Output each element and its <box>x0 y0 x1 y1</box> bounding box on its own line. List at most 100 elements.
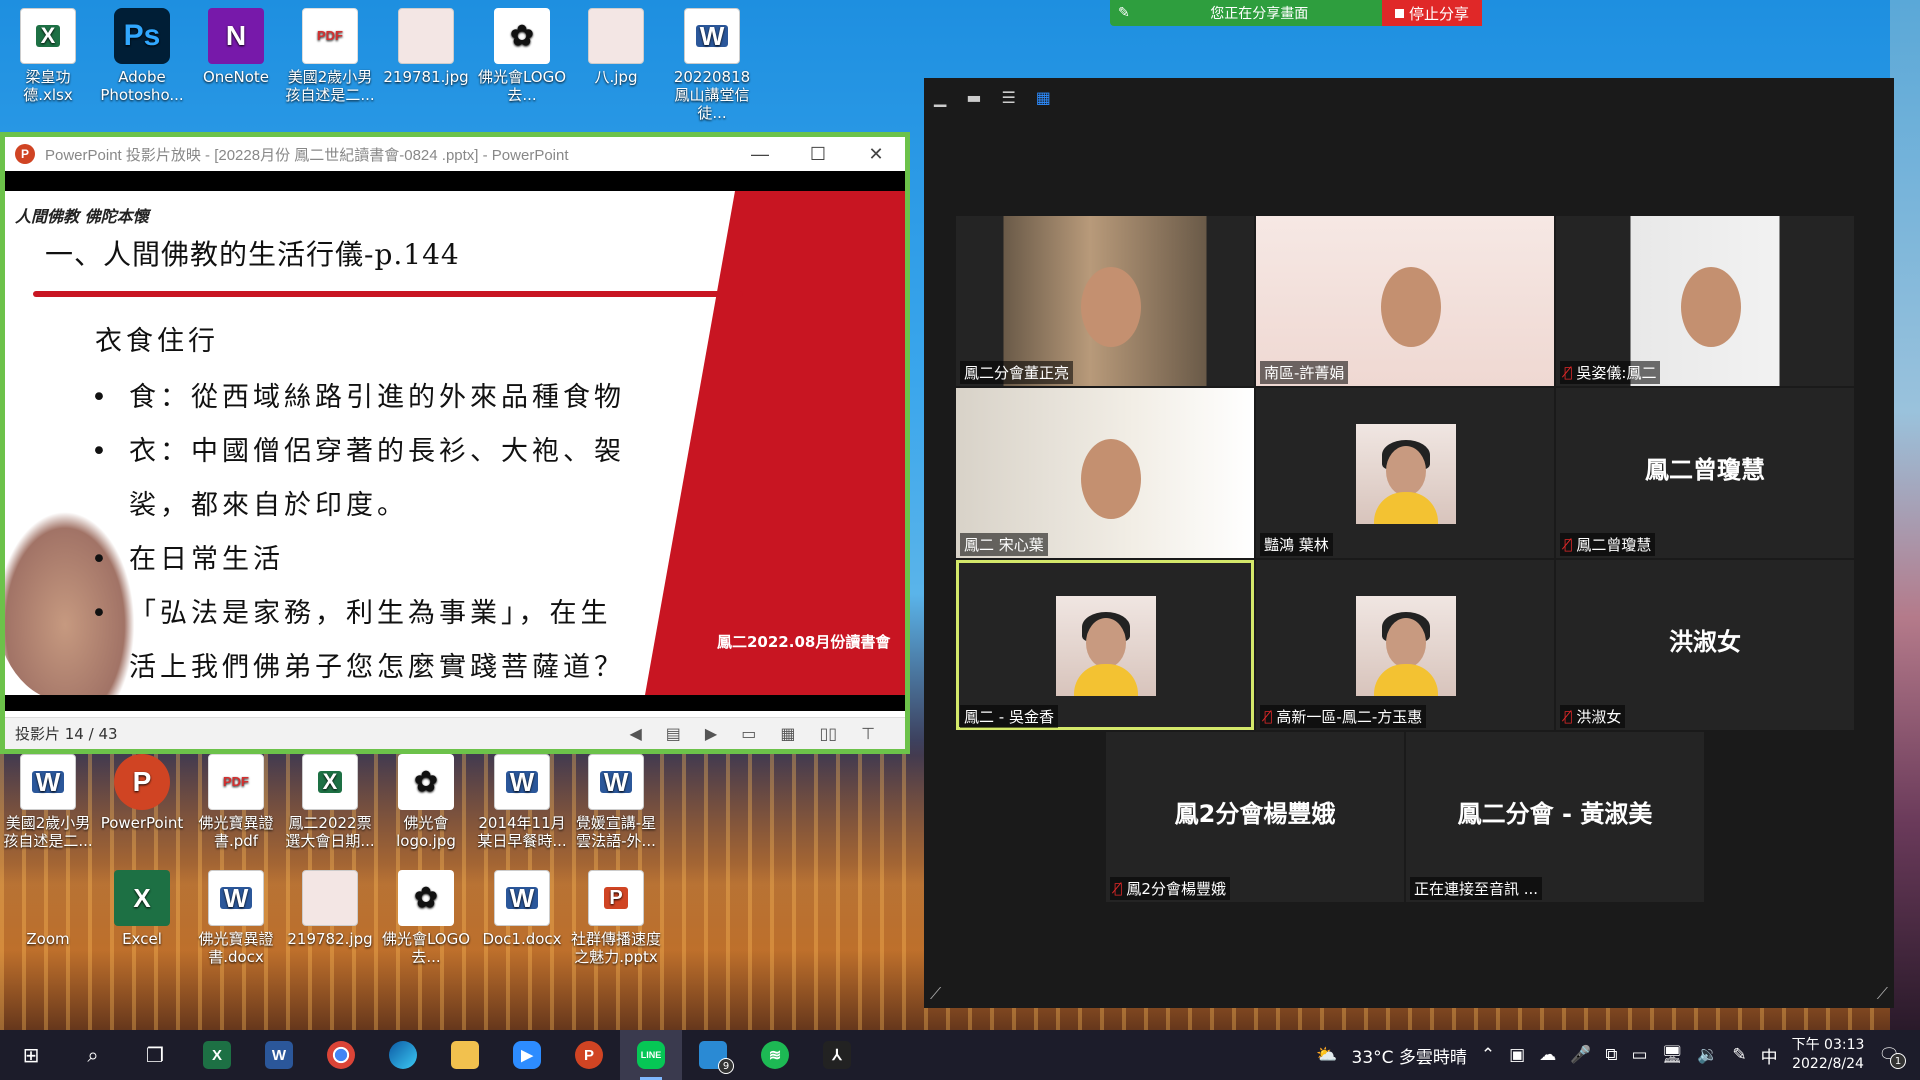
thumbnail-view-icon[interactable]: ☰ <box>1001 88 1015 107</box>
battery-icon[interactable]: ▭ <box>1632 1045 1648 1065</box>
powerpoint-titlebar[interactable]: P PowerPoint 投影片放映 - [20228月份 鳳二世紀讀書會-08… <box>5 137 905 171</box>
desktop-icon[interactable]: PDF 美國2歲小男孩自述是二... <box>284 8 376 104</box>
desktop-icon[interactable]: ✿ 佛光會logo.jpg <box>380 754 472 850</box>
pen-icon[interactable]: ✎ <box>1732 1045 1746 1065</box>
notification-icon[interactable]: 🗨 1 <box>1878 1045 1906 1069</box>
windows-icon: ⊞ <box>22 1043 40 1067</box>
taskbar-edge[interactable] <box>372 1030 434 1080</box>
taskbar-powerpoint[interactable]: P <box>558 1030 620 1080</box>
desktop-icon[interactable]: P 社群傳播速度之魅力.pptx <box>570 870 662 966</box>
powerpoint-window[interactable]: P PowerPoint 投影片放映 - [20228月份 鳳二世紀讀書會-08… <box>0 132 910 754</box>
taskbar-word[interactable]: W <box>248 1030 310 1080</box>
speaker-view-icon[interactable]: ▬ <box>966 88 981 107</box>
weather-icon[interactable]: ⛅ <box>1316 1045 1337 1065</box>
desktop-icon[interactable]: W 美國2歲小男孩自述是二... <box>2 754 94 850</box>
desktop-icon[interactable]: ✿ 佛光會LOGO 去... <box>380 870 472 966</box>
participant-tile[interactable]: 南區-許菁娟 <box>1256 216 1554 386</box>
slide-sorter-icon[interactable]: ▦ <box>780 724 795 743</box>
desktop-icon[interactable]: ✿ 佛光會LOGO 去... <box>476 8 568 104</box>
weather-text[interactable]: 33°C 多雲時晴 <box>1352 1043 1467 1068</box>
normal-view-icon[interactable]: ▭ <box>741 724 756 743</box>
desktop-icon[interactable]: W 20220818 鳳山講堂信徒... <box>666 8 758 122</box>
clock[interactable]: 下午 03:13 2022/8/24 <box>1792 1036 1865 1074</box>
taskbar-zoom[interactable]: ▶ <box>496 1030 558 1080</box>
participant-tile[interactable]: 鳳二 - 吳金香 <box>956 560 1254 730</box>
participant-tile[interactable]: 洪淑女 🎙̸ 洪淑女 <box>1556 560 1854 730</box>
powerpoint-icon: P <box>15 144 35 164</box>
desktop-icon[interactable]: X 鳳二2022票選大會日期... <box>284 754 376 850</box>
wallpaper-edge <box>1890 0 1920 1030</box>
participant-face <box>1081 439 1142 519</box>
ime-indicator[interactable]: 中 <box>1761 1043 1778 1068</box>
desktop-icon[interactable]: 219781.jpg <box>380 8 472 86</box>
slide[interactable]: 人間佛教 佛陀本懷 一、人間佛教的生活行儀-p.144 衣食住行 食：從西域絲路… <box>5 191 905 695</box>
participant-tile[interactable]: 🎙̸ 吳姿儀:鳳二 <box>1556 216 1854 386</box>
desktop-icon[interactable]: W 覺媛宣講-星雲法語-外... <box>570 754 662 850</box>
desktop-icon[interactable]: PDF 佛光寶異證書.pdf <box>190 754 282 850</box>
maximize-button[interactable]: ☐ <box>789 144 847 165</box>
taskbar-line[interactable]: LINE <box>620 1030 682 1080</box>
minimize-button[interactable]: — <box>731 144 789 165</box>
taskbar-chrome[interactable] <box>310 1030 372 1080</box>
slide-list-icon[interactable]: ▤ <box>666 724 681 743</box>
desktop-icon[interactable]: W 2014年11月某日早餐時... <box>476 754 568 850</box>
reading-view-icon[interactable]: ▯▯ <box>819 724 837 743</box>
participant-name: 洪淑女 <box>1576 708 1622 726</box>
taskbar-explorer[interactable] <box>434 1030 496 1080</box>
minimize-video-icon[interactable]: ▁ <box>934 88 946 107</box>
gallery-view-icon[interactable]: ▦ <box>1036 88 1051 107</box>
stop-share-button[interactable]: 停止分享 <box>1382 0 1482 26</box>
participant-name-label: 🎙̸ 鳳二曾瓊慧 <box>1560 533 1656 556</box>
participant-name: 正在連接至音訊 ... <box>1414 880 1539 898</box>
desktop-icon[interactable]: W Doc1.docx <box>476 870 568 948</box>
desktop-icon[interactable]: X 梁皇功德.xlsx <box>2 8 94 104</box>
search-button[interactable]: ⌕ <box>62 1030 124 1080</box>
desktop-icon[interactable]: ▶Zoom <box>2 870 1000 1004</box>
participant-tile[interactable]: 鳳二分會董正亮 <box>956 216 1254 386</box>
desktop-icon[interactable]: 八.jpg <box>570 8 662 86</box>
desktop-icon[interactable]: W 佛光寶異證書.docx <box>190 870 282 966</box>
volume-icon[interactable]: 🔉 <box>1697 1045 1718 1065</box>
resize-handle-right[interactable]: ⟋ <box>1877 984 1888 1004</box>
meet-icon[interactable]: ▣ <box>1509 1045 1525 1065</box>
participant-tile[interactable]: 鳳二分會 - 黃淑美 正在連接至音訊 ... <box>1406 732 1704 902</box>
slide-area[interactable]: 人間佛教 佛陀本懷 一、人間佛教的生活行儀-p.144 衣食住行 食：從西域絲路… <box>5 171 905 711</box>
taskbar-acrobat[interactable]: ⅄ <box>806 1030 868 1080</box>
close-button[interactable]: ✕ <box>847 144 905 165</box>
display-icon[interactable]: ⧉ <box>1605 1045 1617 1065</box>
participant-tile[interactable]: 鳳二 宋心葉 <box>956 388 1254 558</box>
resize-handle-left[interactable]: ⟋ <box>930 984 941 1004</box>
chevron-up-icon[interactable]: ⌃ <box>1481 1045 1495 1065</box>
next-slide-icon[interactable]: ▶ <box>705 724 717 743</box>
pin-icon[interactable]: ✎ <box>1110 5 1138 21</box>
desktop-icon[interactable]: X Excel <box>96 870 188 948</box>
slideshow-icon[interactable]: ⊤ <box>861 724 875 743</box>
microphone-icon[interactable]: 🎤 <box>1570 1045 1591 1065</box>
ppt-file-icon: P <box>588 870 644 926</box>
cloud-icon[interactable]: ☁ <box>1539 1045 1556 1065</box>
participant-tile[interactable]: 🎙̸ 高新一區-鳳二-方玉惠 <box>1256 560 1554 730</box>
start-button[interactable]: ⊞ <box>0 1030 62 1080</box>
window-title: PowerPoint 投影片放映 - [20228月份 鳳二世紀讀書會-0824… <box>45 146 569 164</box>
participant-name: 鳳二曾瓊慧 <box>1576 536 1652 554</box>
slide-brand: 人間佛教 佛陀本懷 <box>15 207 149 226</box>
participant-avatar <box>1056 596 1156 696</box>
zoom-gallery-window[interactable]: ▁ ▬ ☰ ▦ 鳳二分會董正亮 南區-許菁娟 🎙̸ 吳姿儀:鳳二鳳二 宋心葉 豔鴻 葉林… <box>924 78 1894 1008</box>
network-icon[interactable]: 🖥 <box>1662 1045 1684 1065</box>
task-view-icon: ❐ <box>146 1043 164 1067</box>
taskbar-excel[interactable]: X <box>186 1030 248 1080</box>
desktop-icon[interactable]: P PowerPoint <box>96 754 188 832</box>
desktop-icon-label: 219782.jpg <box>287 930 373 948</box>
task-view-button[interactable]: ❐ <box>124 1030 186 1080</box>
desktop-icon-label: Adobe Photosho... <box>100 68 184 104</box>
desktop-icon[interactable]: 219782.jpg <box>284 870 376 948</box>
taskbar-store[interactable]: 9 <box>682 1030 744 1080</box>
desktop-icon[interactable]: Ps Adobe Photosho... <box>96 8 188 104</box>
participant-tile[interactable]: 鳳二曾瓊慧 🎙̸ 鳳二曾瓊慧 <box>1556 388 1854 558</box>
desktop-icon[interactable]: N OneNote <box>190 8 282 86</box>
participant-tile[interactable]: 豔鴻 葉林 <box>1256 388 1554 558</box>
participant-tile[interactable]: 鳳2分會楊豐娥 🎙̸ 鳳2分會楊豐娥 <box>1106 732 1404 902</box>
taskbar-spotify[interactable]: ≋ <box>744 1030 806 1080</box>
excel-icon: X <box>203 1041 231 1069</box>
previous-slide-icon[interactable]: ◀ <box>629 724 641 743</box>
